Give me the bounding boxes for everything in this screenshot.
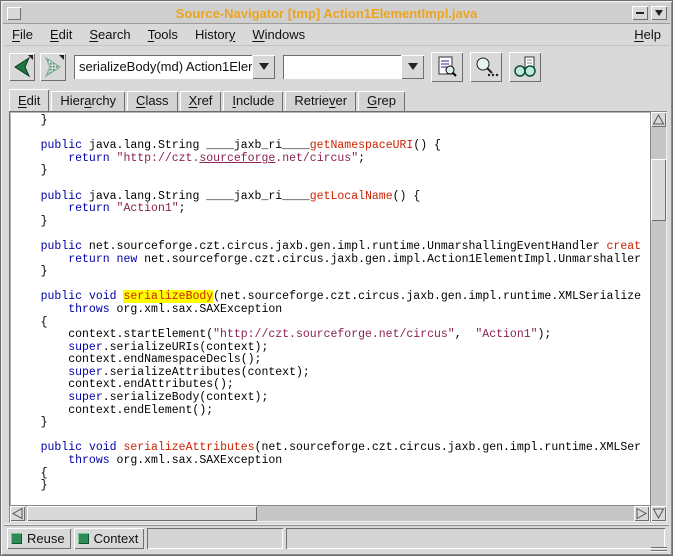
code-line: public java.lang.String ____jaxb_ri____g… [13,190,654,203]
shade-down-icon [655,10,663,16]
menu-file[interactable]: File [12,27,33,42]
code-line: public net.sourceforge.czt.circus.jaxb.g… [13,240,654,253]
resize-grip[interactable] [651,546,667,553]
code-line [13,127,654,140]
code-line: } [13,265,654,278]
code-line: super.serializeURIs(context); [13,341,654,354]
status-panel-small [147,528,283,549]
code-line: return "Action1"; [13,202,654,215]
forward-history-dropdown-icon [59,55,64,60]
window-title: Source-Navigator [tmp] Action1ElementImp… [21,6,632,21]
scroll-right-button[interactable] [634,506,649,521]
toolbar: serializeBody(md) Action1Elemen [4,45,669,88]
code-line [13,227,654,240]
horizontal-scrollbar[interactable] [9,505,650,522]
context-label: Context [94,531,139,546]
tab-edit[interactable]: Edit [9,89,49,111]
code-line: context.endAttributes(); [13,378,654,391]
back-history-dropdown-icon [28,55,33,60]
scroll-left-icon [11,507,24,520]
vertical-scrollbar-thumb[interactable] [651,159,666,221]
code-line: } [13,215,654,228]
code-line: } [13,164,654,177]
symbol-combobox-field[interactable]: serializeBody(md) Action1Elemen [74,55,252,79]
menu-search[interactable]: Search [89,27,130,42]
code-line [13,429,654,442]
search-combobox-field[interactable] [283,55,401,79]
scroll-up-button[interactable] [651,112,666,127]
menu-windows[interactable]: Windows [252,27,305,42]
code-line: public java.lang.String ____jaxb_ri____g… [13,139,654,152]
code-line: } [13,479,654,492]
statusbar: Reuse Context [4,525,669,550]
horizontal-scrollbar-thumb[interactable] [27,506,257,521]
code-line [13,177,654,190]
menu-edit[interactable]: Edit [50,27,72,42]
code-line: throws org.xml.sax.SAXException [13,303,654,316]
code-line: super.serializeAttributes(context); [13,366,654,379]
chevron-down-icon [259,63,269,70]
reuse-led-icon [11,533,22,544]
code-line: public void serializeBody(net.sourceforg… [13,290,654,303]
source-navigator-window: Source-Navigator [tmp] Action1ElementImp… [0,0,673,556]
scroll-down-icon [652,507,665,520]
search-button[interactable] [470,52,502,82]
code-line: super.serializeBody(context); [13,391,654,404]
view-tabbar: EditHierarchyClassXrefIncludeRetrieverGr… [4,88,669,111]
tab-hierarchy[interactable]: Hierarchy [51,91,125,111]
code-line: context.endElement(); [13,404,654,417]
chevron-down-icon [408,63,418,70]
symbol-combobox[interactable]: serializeBody(md) Action1Elemen [74,55,275,79]
menu-tools[interactable]: Tools [148,27,178,42]
tab-retriever[interactable]: Retriever [285,91,356,111]
code-line: { [13,316,654,329]
tab-grep[interactable]: Grep [358,91,405,111]
menubar: File Edit Search Tools History Windows Help [4,23,669,46]
code-line: { [13,467,654,480]
code-line [13,278,654,291]
code-line: context.startElement("http://czt.sourcef… [13,328,654,341]
minimize-button[interactable] [632,6,648,20]
history-back-button[interactable] [9,53,35,81]
context-led-icon [78,533,89,544]
minimize-icon [636,12,644,14]
retriever-button[interactable] [509,52,541,82]
history-forward-button[interactable] [40,53,66,81]
code-line: public void serializeAttributes(net.sour… [13,441,654,454]
search-combobox[interactable] [283,55,424,79]
tab-class[interactable]: Class [127,91,178,111]
context-toggle-button[interactable]: Context [74,528,145,549]
search-combobox-arrow-button[interactable] [401,55,424,79]
code-line: } [13,114,654,127]
scroll-up-icon [652,113,665,126]
code-line: context.endNamespaceDecls(); [13,353,654,366]
tab-include[interactable]: Include [223,91,283,111]
search-magnifier-icon [473,55,499,79]
titlebar[interactable]: Source-Navigator [tmp] Action1ElementImp… [3,3,670,24]
scroll-right-icon [635,507,648,520]
reuse-label: Reuse [27,531,65,546]
shade-button[interactable] [651,6,667,20]
scroll-down-button[interactable] [651,506,666,521]
status-message-area [286,528,665,549]
code-line: return "http://czt.sourceforge.net/circu… [13,152,654,165]
retriever-binoculars-icon [512,55,538,79]
editor-document-icon [435,55,459,79]
menu-help[interactable]: Help [634,27,661,42]
reuse-toggle-button[interactable]: Reuse [7,528,71,549]
editor-button[interactable] [431,52,463,82]
scroll-left-button[interactable] [10,506,25,521]
code-line: return new net.sourceforge.czt.circus.ja… [13,253,654,266]
code-editor[interactable]: } public java.lang.String ____jaxb_ri___… [9,111,654,508]
highlighted-symbol: serializeBody [123,290,213,303]
tab-xref[interactable]: Xref [180,91,222,111]
symbol-combobox-arrow-button[interactable] [252,55,275,79]
window-menu-icon[interactable] [7,7,21,20]
code-line: } [13,416,654,429]
code-line: throws org.xml.sax.SAXException [13,454,654,467]
vertical-scrollbar[interactable] [650,111,667,522]
menu-history[interactable]: History [195,27,235,42]
